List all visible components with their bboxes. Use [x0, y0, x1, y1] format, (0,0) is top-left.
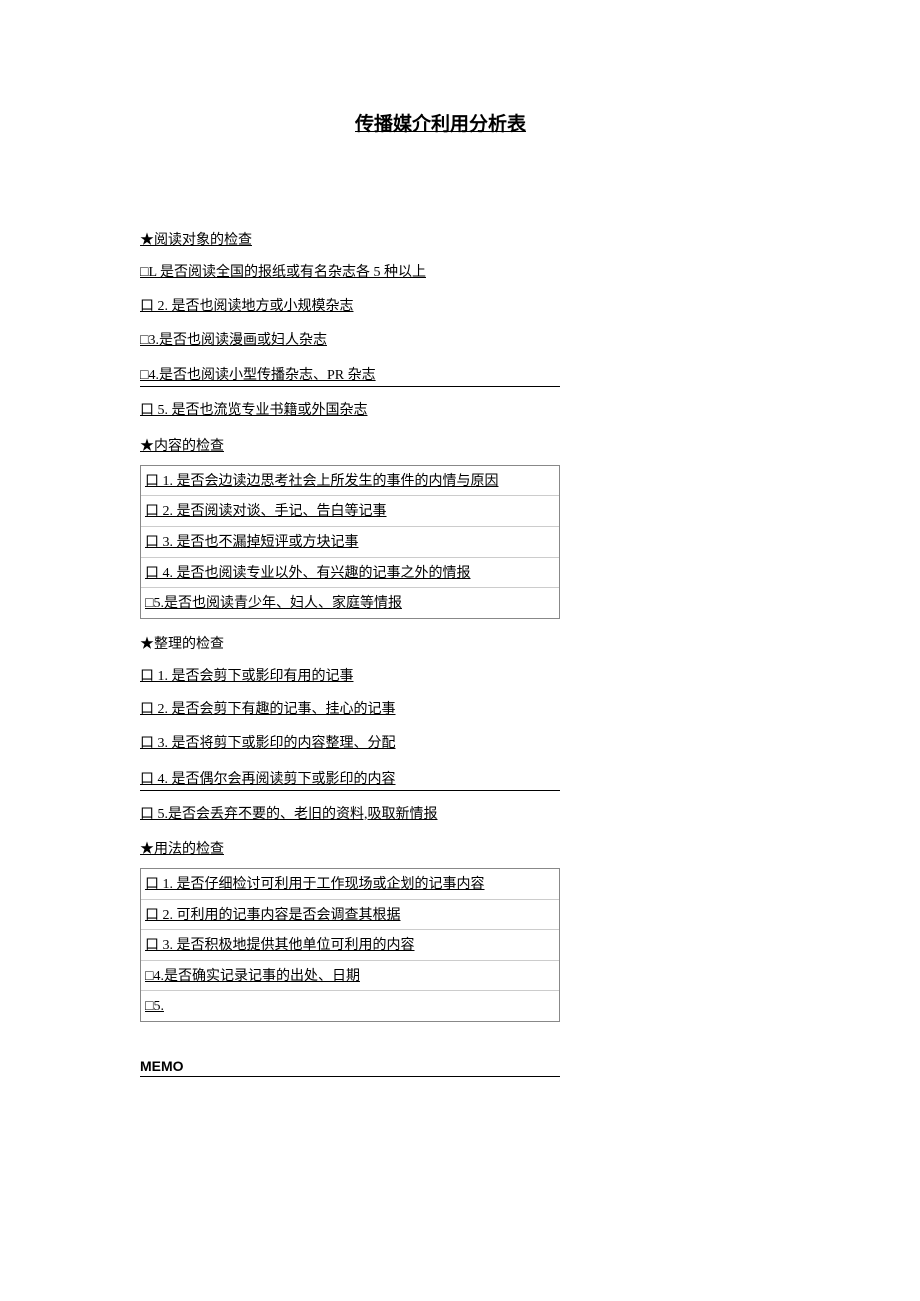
checklist-item: 口 1. 是否会剪下或影印有用的记事: [140, 663, 780, 687]
boxed-checklist-group: 口 1. 是否会边读边思考社会上所发生的事件的内情与原因 口 2. 是否阅读对谈…: [140, 465, 560, 619]
section-heading-organize: ★整理的检查: [140, 629, 780, 653]
checklist-item: 口 3. 是否积极地提供其他单位可利用的内容: [141, 930, 559, 961]
section-usage-check: ★用法的检查 口 1. 是否仔细检讨可利用于工作现场或企划的记事内容 口 2. …: [140, 834, 780, 1022]
checklist-item: 口 2. 是否阅读对谈、手记、告白等记事: [141, 496, 559, 527]
checklist-item: 口 4. 是否偶尔会再阅读剪下或影印的内容: [140, 764, 560, 791]
checklist-item: 口 5.是否会丢弃不要的、老旧的资料,吸取新情报: [140, 801, 780, 825]
checklist-item: □4.是否确实记录记事的出处、日期: [141, 961, 559, 992]
checklist-item: □4.是否也阅读小型传播杂志、PR 杂志: [140, 360, 560, 387]
section-organize-check: ★整理的检查 口 1. 是否会剪下或影印有用的记事 口 2. 是否会剪下有趣的记…: [140, 629, 780, 824]
document-title: 传播媒介利用分析表: [355, 110, 535, 140]
checklist-item: 口 4. 是否也阅读专业以外、有兴趣的记事之外的情报: [141, 558, 559, 589]
checklist-item: 口 1. 是否会边读边思考社会上所发生的事件的内情与原因: [141, 466, 559, 497]
checklist-item: 口 2. 可利用的记事内容是否会调查其根据: [141, 900, 559, 931]
section-heading-content: ★内容的检查: [140, 431, 780, 455]
checklist-item: 口 3. 是否将剪下或影印的内容整理、分配: [140, 730, 780, 754]
boxed-checklist-group: 口 1. 是否仔细检讨可利用于工作现场或企划的记事内容 口 2. 可利用的记事内…: [140, 868, 560, 1022]
section-reading-target: ★阅读对象的检查 □L 是否阅读全国的报纸或有名杂志各 5 种以上 口 2. 是…: [140, 225, 780, 420]
section-content-check: ★内容的检查 口 1. 是否会边读边思考社会上所发生的事件的内情与原因 口 2.…: [140, 431, 780, 619]
checklist-item: 口 5. 是否也流览专业书籍或外国杂志: [140, 397, 780, 421]
memo-label: MEMO: [140, 1058, 560, 1077]
checklist-item: 口 1. 是否仔细检讨可利用于工作现场或企划的记事内容: [141, 869, 559, 900]
checklist-item: □5.是否也阅读青少年、妇人、家庭等情报: [141, 588, 559, 618]
checklist-item: □3.是否也阅读漫画或妇人杂志: [140, 327, 780, 351]
section-heading-reading: ★阅读对象的检查: [140, 225, 780, 249]
checklist-item: □L 是否阅读全国的报纸或有名杂志各 5 种以上: [140, 259, 780, 283]
section-heading-usage: ★用法的检查: [140, 834, 780, 858]
checklist-item: □5.: [141, 991, 559, 1021]
checklist-item: 口 2. 是否会剪下有趣的记事、挂心的记事: [140, 696, 780, 720]
checklist-item: 口 3. 是否也不漏掉短评或方块记事: [141, 527, 559, 558]
checklist-item: 口 2. 是否也阅读地方或小规模杂志: [140, 293, 780, 317]
memo-section: MEMO: [140, 1058, 780, 1077]
